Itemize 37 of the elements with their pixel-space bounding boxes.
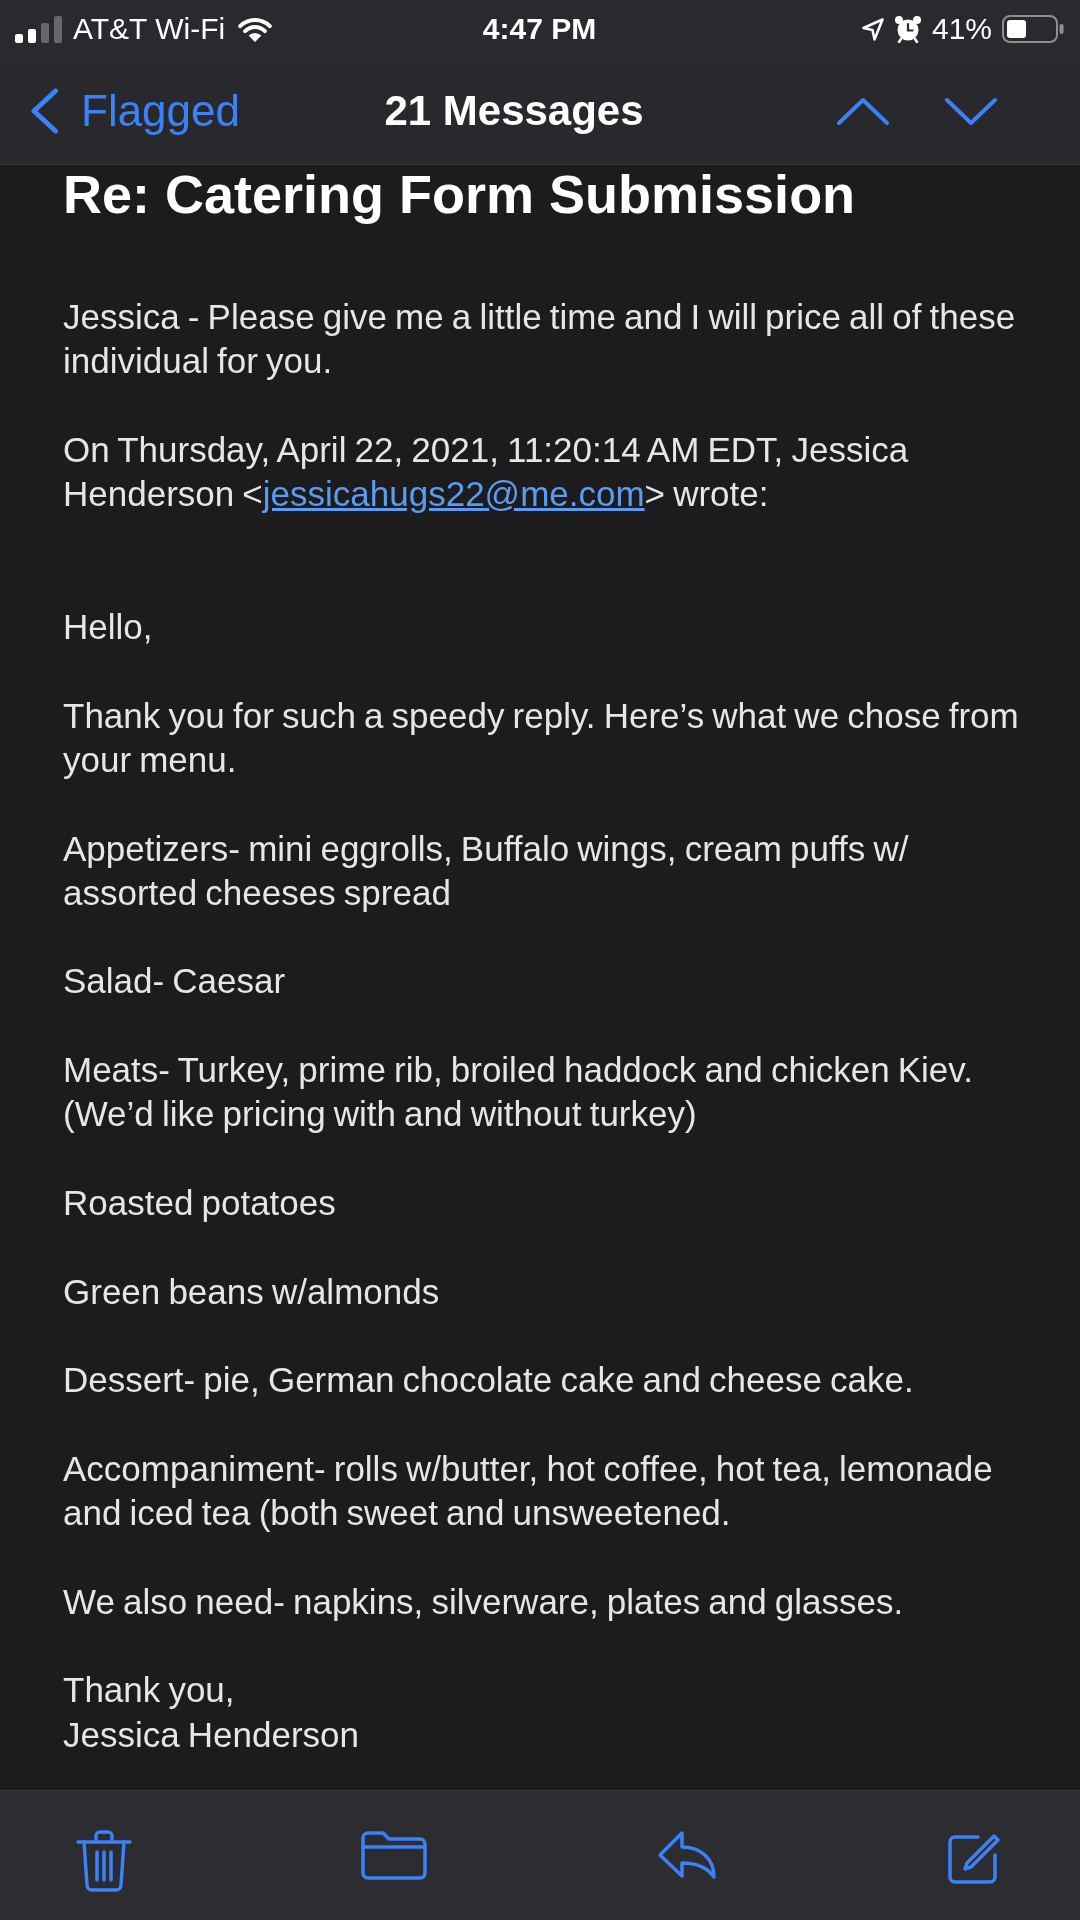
message-paragraph: Appetizers- mini eggrolls, Buffalo wings, cream puffs w/ assorted cheeses spread [63, 827, 910, 914]
trash-icon [76, 1830, 132, 1892]
chevron-left-icon [30, 88, 59, 134]
next-message-button[interactable] [944, 96, 998, 126]
wifi-icon [236, 15, 275, 43]
signal-bars-icon [15, 15, 62, 43]
location-arrow-icon [861, 17, 884, 41]
battery-icon [1002, 15, 1064, 43]
message-paragraph: We also need- napkins, silverware, plates and glasses. [63, 1580, 905, 1623]
reply-arrow-icon [656, 1830, 717, 1880]
message-paragraph: Green beans w/almonds [63, 1270, 441, 1313]
message-paragraph: Meats- Turkey, prime rib, broiled haddock and chicken Kiev. (We’d like pricing with and without turkey) [63, 1049, 974, 1136]
message-paragraph: Salad- Caesar [63, 960, 287, 1003]
email-link[interactable]: jessicahugs22@me.com [262, 474, 645, 514]
previous-message-button[interactable] [836, 96, 890, 126]
message-paragraph: Roasted potatoes [63, 1181, 337, 1224]
reply-button[interactable] [656, 1830, 717, 1880]
message-paragraph: Accompaniment- rolls w/butter, hot coffee, hot tea, lemonade and iced tea (both sweet and unsweetened. [63, 1447, 994, 1534]
move-to-folder-button[interactable] [361, 1830, 428, 1880]
back-button[interactable]: Flagged [30, 85, 240, 137]
closing-text: Thank you, [63, 1669, 236, 1712]
message-paragraph: Dessert- pie, German chocolate cake and cheese cake. [63, 1359, 915, 1402]
message-paragraph: Hello, [63, 606, 154, 649]
carrier-name: AT&T Wi-Fi [73, 11, 226, 47]
quote-header-text: On Thursday, April 22, 2021, 11:20:14 AM EDT, Jessica Henderson <jessicahugs22@me.com> wrote: [63, 428, 910, 516]
folder-icon [361, 1830, 428, 1880]
chevron-down-icon [944, 96, 998, 126]
message-count-title: 21 Messages [384, 86, 644, 136]
signature-name: Jessica Henderson [63, 1713, 361, 1756]
clock-time: 4:47 PM [482, 11, 597, 47]
delete-button[interactable] [76, 1830, 132, 1892]
message-subject: Re: Catering Form Submission [63, 165, 857, 224]
chevron-up-icon [836, 96, 890, 126]
message-paragraph: Thank you for such a speedy reply. Here’s what we chose from your menu. [63, 694, 1019, 781]
alarm-clock-icon [893, 15, 922, 43]
reply-text: Jessica - Please give me a little time and I will price all of these individual for you. [63, 296, 1017, 383]
battery-percent: 41% [931, 11, 992, 47]
